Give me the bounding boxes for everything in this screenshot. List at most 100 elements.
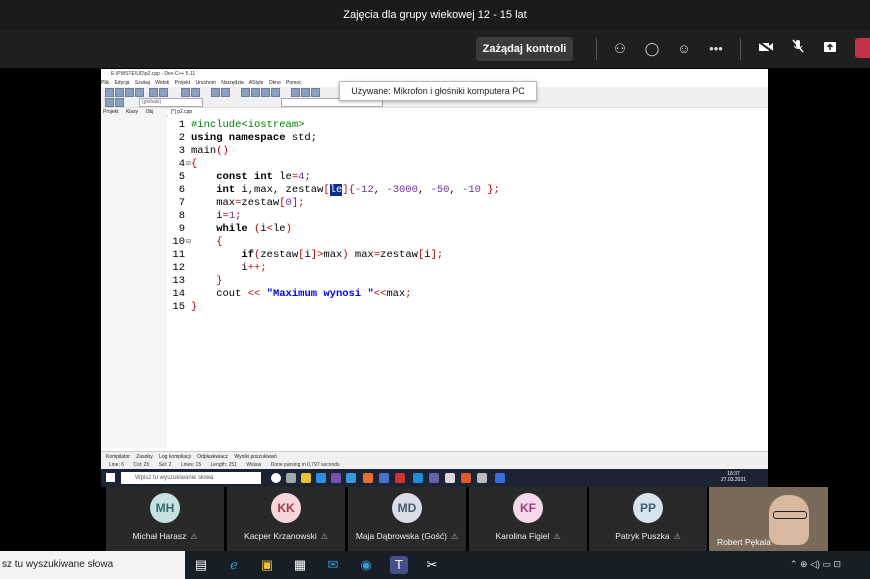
snip-icon[interactable]: ✂: [423, 556, 441, 574]
visual-studio-icon[interactable]: [331, 473, 341, 483]
tab-debugger[interactable]: Odpluskwiacz: [197, 454, 228, 460]
cortana-icon[interactable]: [271, 473, 281, 483]
menu-item[interactable]: Okno: [269, 80, 281, 86]
avatar: KK: [271, 493, 301, 523]
device-tooltip: Używane: Mikrofon i głośniki komputera P…: [339, 81, 537, 101]
window-title: Zajęcia dla grupy wiekowej 12 - 15 lat: [0, 0, 870, 30]
devcpp-icon[interactable]: [495, 473, 505, 483]
tab-obj[interactable]: Obj: [146, 109, 154, 115]
leave-icon[interactable]: [855, 38, 870, 58]
edge-icon[interactable]: [316, 473, 326, 483]
save-all-icon[interactable]: [135, 88, 144, 97]
open-file-icon[interactable]: [115, 88, 124, 97]
new-file-icon[interactable]: [105, 88, 114, 97]
rebuild-icon[interactable]: [271, 88, 280, 97]
camera-off-icon[interactable]: [755, 38, 777, 60]
firefox-icon[interactable]: [363, 473, 373, 483]
line-number: 10: [172, 236, 185, 248]
code-line: main(): [191, 145, 229, 157]
participant-video[interactable]: Robert Pękala: [709, 487, 828, 551]
participant-tile[interactable]: MH Michał Harasz ⚠: [106, 487, 224, 551]
more-icon[interactable]: •••: [705, 38, 727, 60]
word-icon[interactable]: [379, 473, 389, 483]
line-number: 7: [178, 197, 185, 209]
compile-icon[interactable]: [241, 88, 250, 97]
line-number: 1: [178, 119, 185, 131]
tab-search-results[interactable]: Wyniki poszukiwań: [234, 454, 276, 460]
run-icon[interactable]: [251, 88, 260, 97]
debug-icon[interactable]: [291, 88, 300, 97]
line-number: 14: [172, 288, 185, 300]
tab-project[interactable]: Projekt: [103, 109, 119, 115]
participant-tile[interactable]: MD Maja Dąbrowska (Gość) ⚠: [348, 487, 466, 551]
task-view-icon[interactable]: ▤: [192, 556, 210, 574]
host-taskbar: sz tu wyszukiwane słowa ▤ ℯ ▣ ▦ ✉ ◉ T ✂ …: [0, 551, 870, 579]
line-number: 15: [172, 301, 185, 313]
menu-item[interactable]: Szukaj: [135, 80, 150, 86]
check-icon[interactable]: [311, 88, 320, 97]
system-tray[interactable]: ⌃ ⊕ ◁) ▭ ⊡: [790, 559, 841, 570]
request-control-button[interactable]: Zażądaj kontroli: [476, 37, 573, 61]
file-tab[interactable]: [*] p2.cpp: [167, 109, 197, 115]
undo-icon[interactable]: [149, 88, 158, 97]
task-view-icon[interactable]: [286, 473, 296, 483]
menu-item[interactable]: Pomoc: [286, 80, 302, 86]
participant-tile[interactable]: PP Patryk Puszka ⚠: [589, 487, 707, 551]
teams-icon[interactable]: [429, 473, 439, 483]
mail-icon[interactable]: ✉: [324, 556, 342, 574]
code-line: {: [191, 158, 198, 170]
explorer-icon[interactable]: ▣: [258, 556, 276, 574]
app-icon[interactable]: [477, 473, 487, 483]
line-number: 5: [178, 171, 185, 183]
app-icon[interactable]: [445, 473, 455, 483]
menu-item[interactable]: AStyle: [249, 80, 263, 86]
tab-compile-log[interactable]: Log kompilacji: [159, 454, 191, 460]
browser-icon[interactable]: ◉: [357, 556, 375, 574]
chat-icon[interactable]: ◯: [641, 38, 663, 60]
save-icon[interactable]: [125, 88, 134, 97]
reactions-icon[interactable]: ☺: [673, 38, 695, 60]
tab-resources[interactable]: Zasoby: [136, 454, 152, 460]
mail-icon[interactable]: [346, 473, 356, 483]
host-search-input[interactable]: sz tu wyszukiwane słowa: [0, 551, 185, 579]
replace-icon[interactable]: [191, 88, 200, 97]
indent-icon[interactable]: [211, 88, 220, 97]
toolbar-divider: [596, 38, 597, 60]
scope-select[interactable]: (globals): [139, 98, 203, 107]
people-icon[interactable]: ⚇: [609, 38, 631, 60]
panel-tabs: Projekt Klasy Obj: [103, 109, 159, 115]
menu-item[interactable]: Edycja: [114, 80, 129, 86]
explorer-icon[interactable]: [301, 473, 311, 483]
mic-off-icon: ⚠: [553, 532, 561, 541]
tab-compiler[interactable]: Kompilator: [106, 454, 130, 460]
participant-tile[interactable]: KK Kacper Krzanowski ⚠: [227, 487, 345, 551]
mic-off-icon[interactable]: [787, 38, 809, 60]
app-icon[interactable]: [461, 473, 471, 483]
redo-icon[interactable]: [159, 88, 168, 97]
menu-item[interactable]: Projekt: [175, 80, 191, 86]
avatar: MD: [392, 493, 422, 523]
compile-run-icon[interactable]: [261, 88, 270, 97]
profile-icon[interactable]: [301, 88, 310, 97]
participant-tile[interactable]: KF Karolina Figiel ⚠: [469, 487, 587, 551]
unindent-icon[interactable]: [221, 88, 230, 97]
app-icon[interactable]: [413, 473, 423, 483]
menu-item[interactable]: Plik: [101, 80, 109, 86]
app-icon[interactable]: [395, 473, 405, 483]
class-browser-icon[interactable]: [105, 98, 114, 107]
menu-item[interactable]: Narzędzia: [221, 80, 244, 86]
edge-icon[interactable]: ℯ: [225, 556, 243, 574]
shared-search-input[interactable]: Wpisz tu wyszukiwanie słowa: [121, 472, 261, 484]
goto-icon[interactable]: [115, 98, 124, 107]
windows-start-icon[interactable]: [106, 473, 115, 482]
code-editor[interactable]: 1 #include<iostream> 2 using namespace s…: [167, 117, 768, 448]
teams-icon[interactable]: T: [390, 556, 408, 574]
share-icon[interactable]: [819, 38, 841, 60]
find-icon[interactable]: [181, 88, 190, 97]
store-icon[interactable]: ▦: [291, 556, 309, 574]
tab-classes[interactable]: Klasy: [126, 109, 138, 115]
mic-off-icon: ⚠: [673, 532, 681, 541]
video-person: [769, 495, 809, 545]
menu-item[interactable]: Uruchom: [196, 80, 216, 86]
menu-item[interactable]: Widok: [155, 80, 169, 86]
